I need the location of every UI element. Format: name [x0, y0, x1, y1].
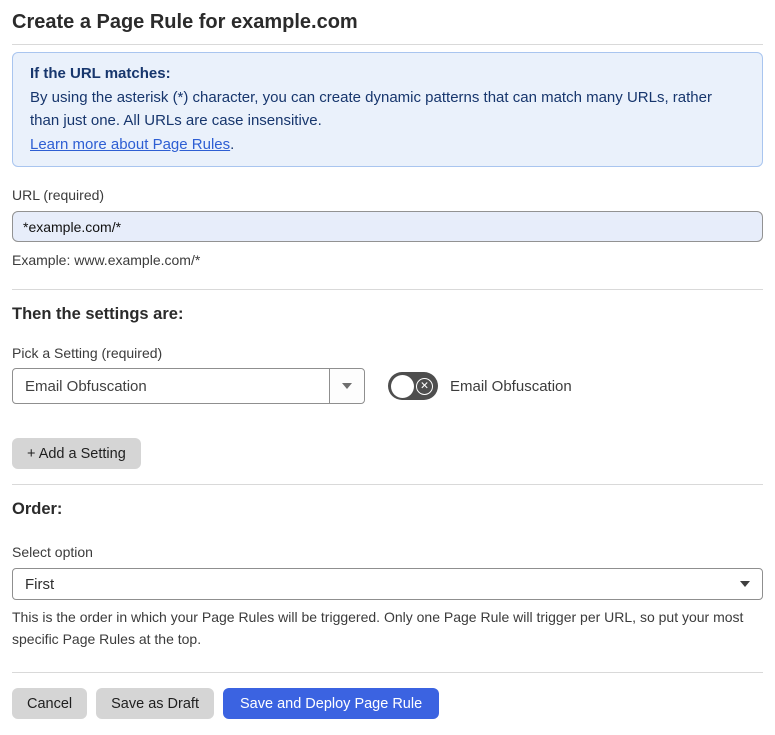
toggle-off-x-icon: ✕ [416, 377, 433, 395]
url-input[interactable] [12, 211, 763, 242]
url-label: URL (required) [12, 187, 105, 203]
order-helper: This is the order in which your Page Rul… [12, 609, 744, 647]
order-select-value: First [25, 575, 55, 593]
learn-more-link[interactable]: Learn more about Page Rules [30, 136, 230, 153]
cancel-button[interactable]: Cancel [12, 688, 88, 719]
title-divider [12, 44, 763, 45]
create-page-rule-form: Create a Page Rule for example.com If th… [0, 0, 775, 735]
toggle-knob [391, 374, 414, 398]
add-setting-button[interactable]: + Add a Setting [12, 438, 141, 469]
info-link-line: Learn more about Page Rules. [30, 133, 745, 157]
order-select[interactable]: First [12, 568, 763, 600]
save-deploy-button[interactable]: Save and Deploy Page Rule [222, 688, 440, 719]
setting-dropdown-value: Email Obfuscation [25, 377, 147, 395]
section-divider [12, 484, 763, 485]
footer-actions: Cancel Save as Draft Save and Deploy Pag… [12, 688, 763, 719]
page-title: Create a Page Rule for example.com [12, 11, 358, 33]
settings-heading: Then the settings are: [12, 305, 184, 323]
info-box-heading: If the URL matches: [30, 65, 171, 82]
toggle-group: ✕ Email Obfuscation [388, 372, 572, 400]
select-arrow-icon [740, 581, 750, 587]
url-match-info-box: If the URL matches: By using the asteris… [12, 52, 763, 167]
order-heading: Order: [12, 500, 63, 518]
section-divider [12, 289, 763, 290]
footer-divider [12, 672, 763, 673]
chevron-down-icon [342, 383, 352, 389]
email-obfuscation-toggle[interactable]: ✕ [388, 372, 438, 400]
url-example-helper: Example: www.example.com/* [12, 252, 201, 268]
save-draft-button[interactable]: Save as Draft [96, 688, 214, 719]
dropdown-arrow-button[interactable] [329, 369, 364, 403]
toggle-label: Email Obfuscation [450, 377, 572, 395]
link-period: . [230, 135, 235, 153]
pick-setting-label: Pick a Setting (required) [12, 345, 163, 361]
setting-row: Email Obfuscation ✕ Email Obfuscation [12, 368, 763, 404]
select-option-label: Select option [12, 544, 93, 560]
setting-dropdown[interactable]: Email Obfuscation [12, 368, 365, 404]
info-box-body: By using the asterisk (*) character, you… [30, 88, 712, 130]
